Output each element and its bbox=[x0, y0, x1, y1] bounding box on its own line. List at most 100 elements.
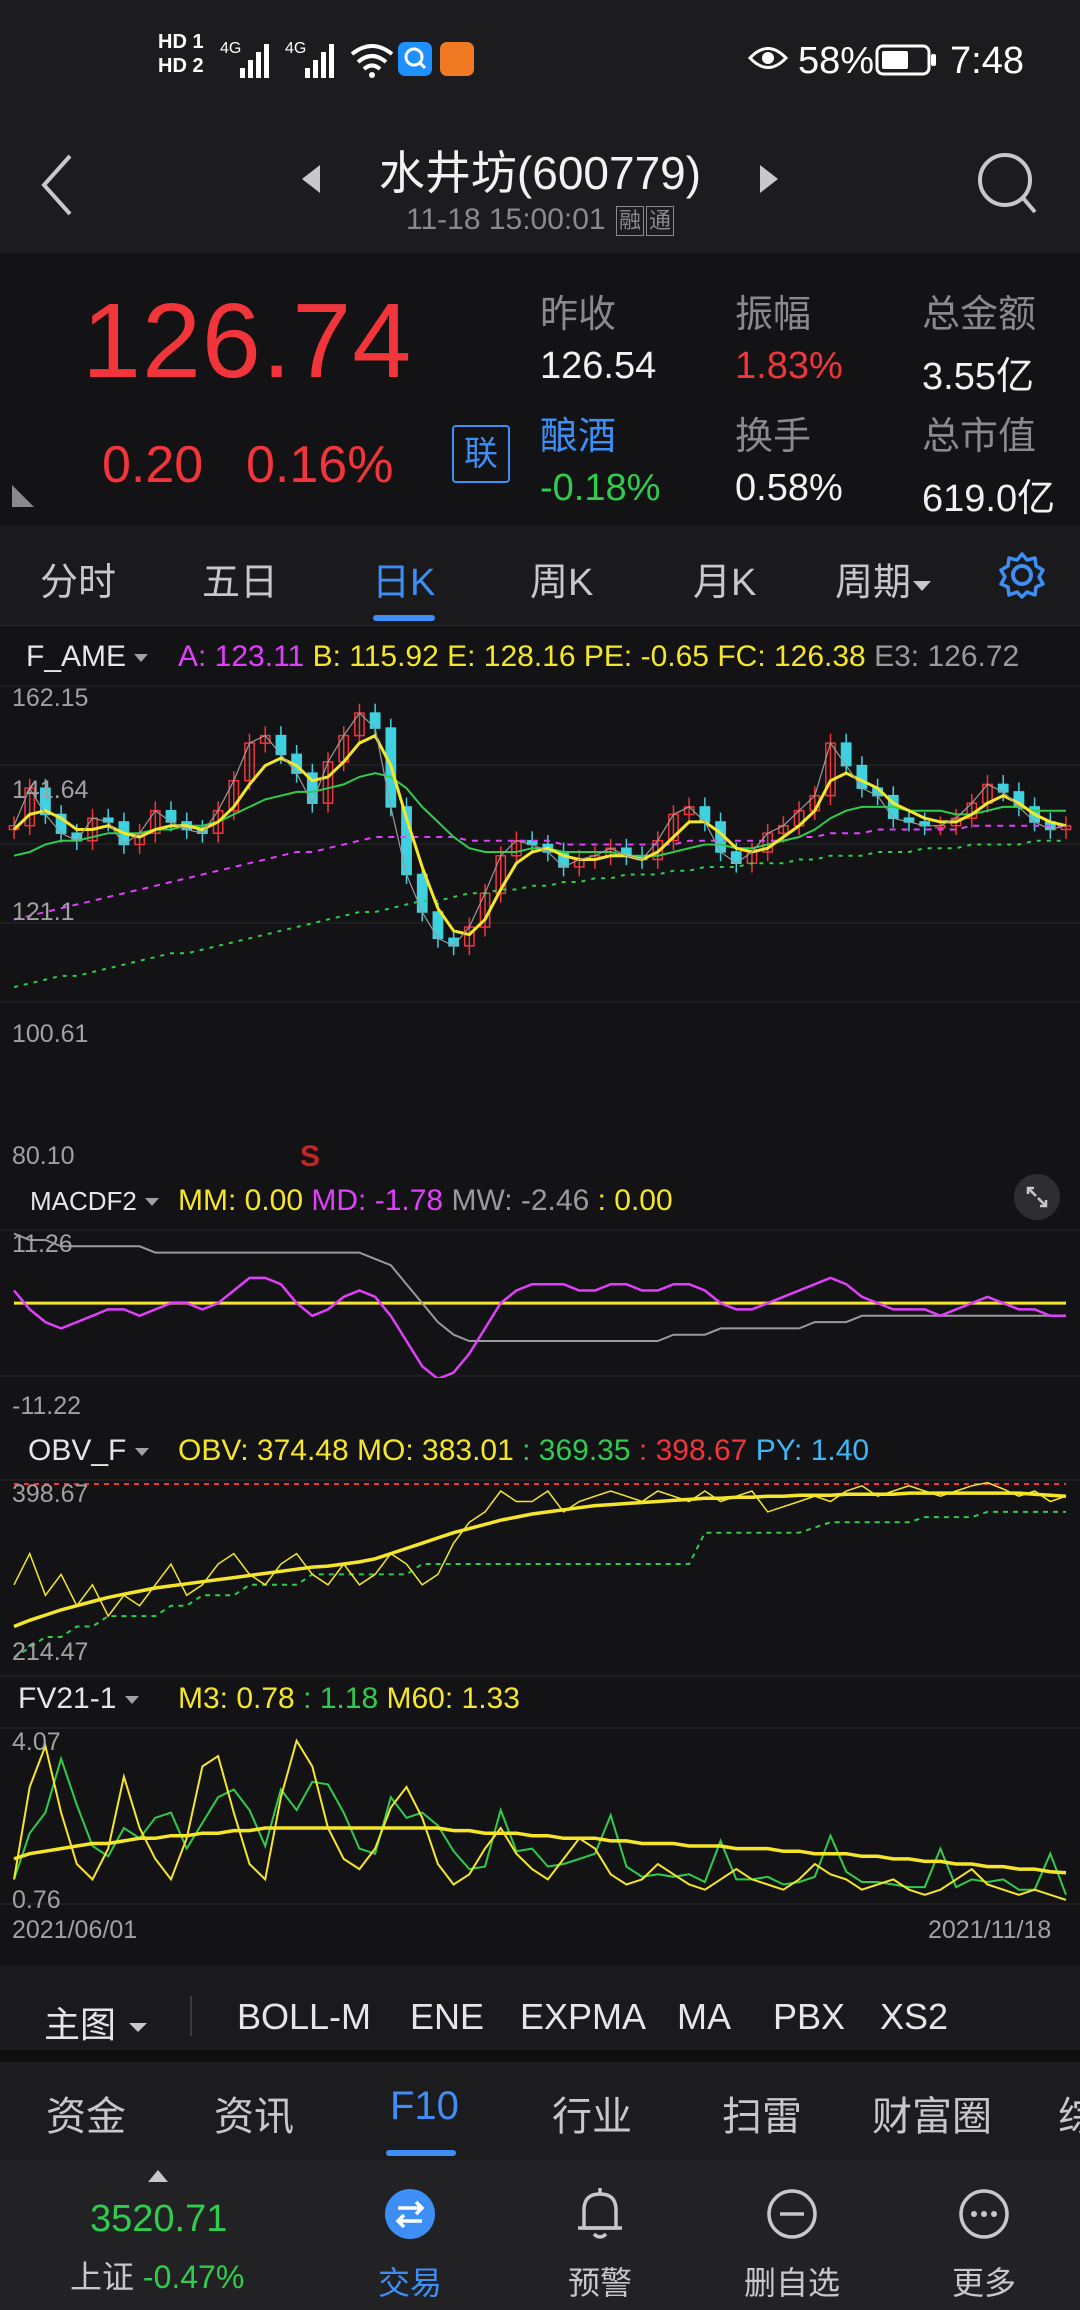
x-tick-end: 2021/11/18 bbox=[928, 1916, 1052, 1944]
tab-weekly-k[interactable]: 周K bbox=[530, 551, 593, 606]
tab-funds[interactable]: 资金 bbox=[46, 2084, 126, 2142]
fv-legend: M3: 0.78 : 1.18 M60: 1.33 bbox=[178, 1682, 520, 1716]
expand-up-icon[interactable] bbox=[146, 2168, 170, 2184]
tab-daily-k[interactable]: 日K bbox=[372, 551, 435, 606]
y-tick-4: 80.10 bbox=[12, 1142, 75, 1170]
tab-news[interactable]: 资讯 bbox=[214, 2084, 294, 2142]
sim-labels: HD 1 HD 2 bbox=[158, 30, 204, 78]
active-tab-indicator bbox=[373, 615, 435, 621]
net1-label: 4G bbox=[220, 40, 242, 57]
obv-chart[interactable] bbox=[0, 1478, 1080, 1678]
tab-monthly-k[interactable]: 月K bbox=[693, 551, 756, 606]
legend-b: B: 115.92 bbox=[312, 640, 439, 673]
macd-chart[interactable] bbox=[0, 1228, 1080, 1378]
index-name: 上证 bbox=[70, 2259, 135, 2295]
tab-overview-partial[interactable]: 综 bbox=[1058, 2084, 1080, 2142]
info-tabs: 资金 资讯 F10 行业 扫雷 财富圈 综 bbox=[0, 2050, 1080, 2172]
main-chart-selector[interactable]: 主图 bbox=[44, 1996, 150, 2048]
tab-wealth-circle[interactable]: 财富圈 bbox=[872, 2084, 992, 2142]
candle-body bbox=[840, 742, 852, 767]
macd-indicator-name: MACDF2 bbox=[30, 1186, 137, 1216]
market-cap-label: 总市值 bbox=[922, 416, 1037, 458]
price-change-pct: 0.16% bbox=[246, 436, 394, 494]
link-badge[interactable]: 联 bbox=[452, 425, 510, 483]
sim1-label: HD 1 bbox=[158, 31, 204, 53]
more-icon bbox=[959, 2189, 1009, 2239]
index-change: -0.47% bbox=[142, 2259, 245, 2295]
ma-long2-line bbox=[13, 839, 1066, 989]
caret-down-icon bbox=[134, 1448, 149, 1456]
ind-ene[interactable]: ENE bbox=[410, 1996, 484, 2038]
fv-indicator-name: FV21-1 bbox=[18, 1682, 117, 1715]
macd-y-bottom: -11.22 bbox=[12, 1392, 82, 1420]
legend-e: E: 128.16 bbox=[447, 640, 576, 673]
next-stock-icon[interactable] bbox=[758, 161, 782, 197]
tab-intraday[interactable]: 分时 bbox=[40, 551, 116, 606]
active-f10-indicator bbox=[386, 2150, 456, 2156]
turnover-amount-value: 3.55亿 bbox=[922, 356, 1034, 398]
wifi-icon bbox=[350, 44, 394, 78]
legend-pe: PE: -0.65 bbox=[583, 640, 709, 673]
nav-alert[interactable]: 预警 bbox=[520, 2160, 680, 2310]
nav-more[interactable]: 更多 bbox=[904, 2160, 1064, 2310]
kline-chart[interactable] bbox=[0, 684, 1080, 1004]
bank-app-icon bbox=[440, 42, 474, 76]
macd-legend: MM: 0.00 MD: -1.78 MW: -2.46 : 0.00 bbox=[178, 1184, 673, 1218]
nav-alert-label: 预警 bbox=[567, 2265, 632, 2301]
tab-industry[interactable]: 行业 bbox=[552, 2084, 632, 2142]
candle-body bbox=[416, 873, 428, 913]
period-tabs: 分时 五日 日K 周K 月K 周期 bbox=[0, 525, 1080, 626]
legend-mm: MM: 0.00 bbox=[178, 1184, 304, 1217]
ind-expma[interactable]: EXPMA bbox=[520, 1996, 646, 2038]
tab-risk-scan[interactable]: 扫雷 bbox=[722, 2084, 802, 2142]
amplitude-value: 1.83% bbox=[735, 345, 843, 387]
price-change: 0.20 bbox=[102, 436, 204, 494]
expand-icon bbox=[1026, 1186, 1048, 1208]
tab-period[interactable]: 周期 bbox=[835, 551, 933, 606]
exchange-icon bbox=[385, 2189, 435, 2239]
caret-down-icon bbox=[913, 581, 932, 591]
status-bar: HD 1 HD 2 4G 4G 58% 7:48 bbox=[0, 0, 1080, 125]
nav-trade-label: 交易 bbox=[377, 2265, 442, 2301]
nav-remove-watchlist[interactable]: 删自选 bbox=[712, 2160, 872, 2310]
obv-y-bottom: 214.47 bbox=[12, 1638, 89, 1666]
tab-five-day[interactable]: 五日 bbox=[202, 551, 278, 606]
caret-down-icon bbox=[124, 1696, 139, 1704]
expand-button[interactable] bbox=[1014, 1174, 1060, 1220]
macd-y-top: 11.26 bbox=[12, 1230, 73, 1258]
legend-obv: OBV: 374.48 bbox=[178, 1434, 349, 1467]
app-notification-icon bbox=[398, 42, 432, 76]
obv-indicator-selector[interactable]: OBV_F bbox=[28, 1434, 153, 1468]
legend-mw: MW: -2.46 bbox=[451, 1184, 590, 1217]
nav-more-label: 更多 bbox=[951, 2265, 1016, 2301]
ind-ma[interactable]: MA bbox=[677, 1996, 731, 2038]
gear-icon[interactable] bbox=[998, 551, 1046, 599]
m60-line bbox=[13, 1826, 1067, 1875]
nav-trade[interactable]: 交易 bbox=[330, 2160, 490, 2310]
search-icon[interactable] bbox=[975, 150, 1041, 220]
legend-a: A: 123.11 bbox=[178, 640, 305, 673]
sector-link[interactable]: 酿酒 bbox=[540, 405, 616, 460]
main-indicator-selector[interactable]: F_AME bbox=[26, 640, 152, 674]
macd-indicator-selector[interactable]: MACDF2 bbox=[30, 1186, 163, 1217]
tab-period-label: 周期 bbox=[835, 562, 912, 604]
fv-chart[interactable] bbox=[0, 1726, 1080, 1906]
tab-f10[interactable]: F10 bbox=[390, 2084, 459, 2129]
connect-badge: 通 bbox=[645, 206, 674, 237]
index-value[interactable]: 3520.71 bbox=[90, 2198, 227, 2241]
ind-boll-m[interactable]: BOLL-M bbox=[237, 1996, 371, 2038]
ind-xs2[interactable]: XS2 bbox=[880, 1996, 948, 2038]
turnover-amount-label: 总金额 bbox=[922, 294, 1037, 336]
fv-indicator-selector[interactable]: FV21-1 bbox=[18, 1682, 143, 1716]
prev-close-value: 126.54 bbox=[540, 345, 657, 387]
ind-pbx[interactable]: PBX bbox=[773, 1996, 845, 2038]
y-tick-2: 121.1 bbox=[12, 898, 75, 926]
candle-body bbox=[275, 734, 287, 756]
index-ticker[interactable]: 上证 -0.47% bbox=[70, 2252, 244, 2298]
legend-fc: FC: 126.38 bbox=[717, 640, 866, 673]
eye-icon bbox=[748, 47, 788, 69]
legend-md: MD: -1.78 bbox=[311, 1184, 444, 1217]
legend-macd-extra: : 0.00 bbox=[597, 1184, 673, 1217]
legend-m3: M3: 0.78 bbox=[178, 1682, 295, 1715]
signal-icon-2 bbox=[305, 44, 334, 78]
